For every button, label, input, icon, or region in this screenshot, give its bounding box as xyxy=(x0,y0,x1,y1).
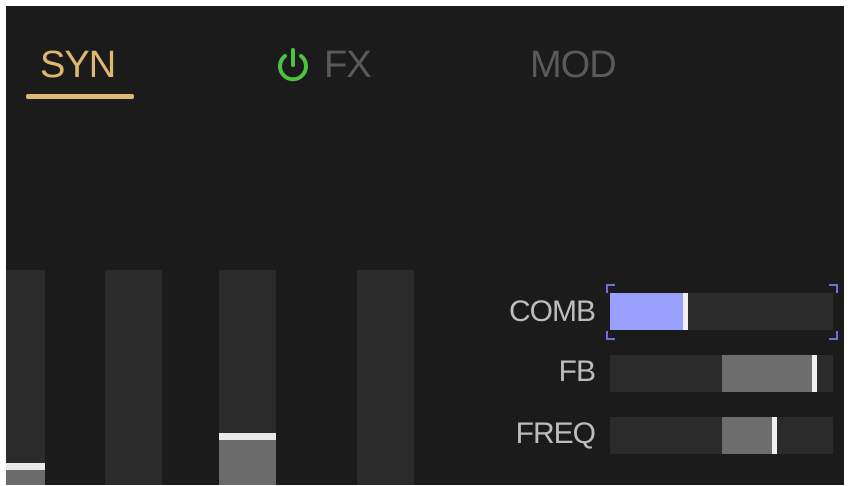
slider-handle[interactable] xyxy=(683,293,688,330)
fader-fill xyxy=(219,433,276,485)
tab-fx[interactable]: FX xyxy=(274,42,372,88)
fader-handle[interactable] xyxy=(6,463,45,470)
freq-label: FREQ xyxy=(515,417,596,450)
slider-handle[interactable] xyxy=(812,355,817,392)
comb-label: COMB xyxy=(509,295,596,328)
active-tab-underline xyxy=(26,94,134,99)
synth-panel: SYN FX MOD COMB FB FREQ xyxy=(6,6,844,485)
comb-slider[interactable] xyxy=(610,293,833,330)
vertical-fader-1[interactable] xyxy=(6,270,45,485)
fader-handle[interactable] xyxy=(219,433,276,440)
tab-syn-label: SYN xyxy=(40,44,116,86)
selection-bracket xyxy=(606,331,615,340)
vertical-fader-3[interactable] xyxy=(219,270,276,485)
fb-label: FB xyxy=(558,355,596,388)
slider-handle[interactable] xyxy=(772,417,777,454)
freq-slider[interactable] xyxy=(610,417,833,454)
slider-fill xyxy=(722,355,817,392)
slider-fill xyxy=(610,293,688,330)
tab-fx-label: FX xyxy=(324,44,372,86)
selection-bracket xyxy=(606,284,615,293)
power-icon[interactable] xyxy=(274,46,312,84)
tab-mod-label: MOD xyxy=(530,44,617,86)
vertical-fader-2[interactable] xyxy=(105,270,162,485)
selection-bracket xyxy=(829,331,838,340)
vertical-fader-4[interactable] xyxy=(357,270,414,485)
selection-bracket xyxy=(829,284,838,293)
tab-mod[interactable]: MOD xyxy=(530,42,617,88)
fb-slider[interactable] xyxy=(610,355,833,392)
slider-fill xyxy=(722,417,777,454)
tab-syn[interactable]: SYN xyxy=(26,42,134,99)
